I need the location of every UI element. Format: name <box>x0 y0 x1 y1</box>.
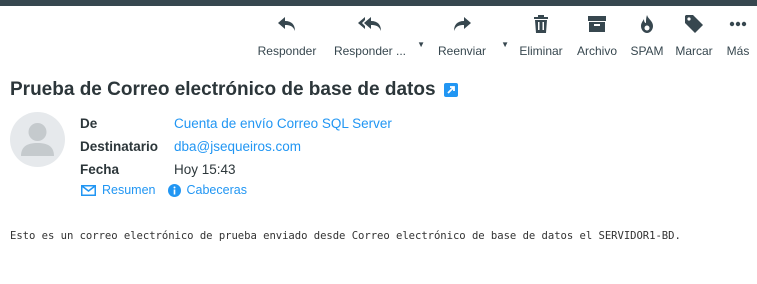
sender-avatar <box>10 112 65 167</box>
message-headers: De Cuenta de envío Correo SQL Server Des… <box>80 112 392 181</box>
spam-label: SPAM <box>630 44 664 58</box>
delete-label: Eliminar <box>519 44 563 58</box>
forward-label: Reenviar <box>437 44 487 58</box>
forward-icon <box>452 14 472 34</box>
tag-icon <box>685 14 703 34</box>
forward-dropdown-caret-icon[interactable]: ▼ <box>501 40 509 49</box>
summary-link-label: Resumen <box>102 183 156 197</box>
summary-link[interactable]: Resumen <box>81 183 156 197</box>
subject-row: Prueba de Correo electrónico de base de … <box>10 79 458 101</box>
date-row: Fecha Hoy 15:43 <box>80 158 392 181</box>
mark-label: Marcar <box>675 44 713 58</box>
reply-icon <box>277 14 297 34</box>
more-icon <box>729 14 747 34</box>
headers-link-label: Cabeceras <box>186 183 247 197</box>
header-links: Resumen Cabeceras <box>81 183 259 197</box>
date-value: Hoy 15:43 <box>174 162 236 177</box>
mark-button[interactable]: Marcar <box>669 10 719 58</box>
fire-icon <box>639 14 655 34</box>
spam-button[interactable]: SPAM <box>625 10 669 58</box>
more-label: Más <box>726 44 750 58</box>
to-label: Destinatario <box>80 139 159 154</box>
reply-all-label: Responder ... <box>333 44 407 58</box>
reply-all-dropdown-caret-icon[interactable]: ▼ <box>417 40 425 49</box>
message-body: Esto es un correo electrónico de prueba … <box>10 230 681 242</box>
archive-button[interactable]: Archivo <box>569 10 625 58</box>
top-bar <box>0 0 757 6</box>
message-subject: Prueba de Correo electrónico de base de … <box>10 79 436 100</box>
from-row: De Cuenta de envío Correo SQL Server <box>80 112 392 135</box>
trash-icon <box>533 14 549 34</box>
open-in-new-window-icon[interactable] <box>443 83 458 97</box>
envelope-icon <box>81 184 96 196</box>
from-value[interactable]: Cuenta de envío Correo SQL Server <box>174 116 392 131</box>
person-icon <box>21 123 54 156</box>
to-value[interactable]: dba@jsequeiros.com <box>174 139 301 154</box>
message-toolbar: Responder Responder ... ▼ Reenviar ▼ Eli… <box>247 10 757 62</box>
reply-label: Responder <box>257 44 317 58</box>
headers-link[interactable]: Cabeceras <box>167 183 247 197</box>
archive-icon <box>588 14 606 34</box>
date-label: Fecha <box>80 162 120 177</box>
to-row: Destinatario dba@jsequeiros.com <box>80 135 392 158</box>
info-icon <box>167 183 181 197</box>
from-label: De <box>80 116 98 131</box>
reply-button[interactable]: Responder <box>247 10 327 58</box>
reply-all-button[interactable]: Responder ... ▼ <box>327 10 425 58</box>
archive-label: Archivo <box>576 44 617 58</box>
reply-all-icon <box>358 14 382 34</box>
forward-button[interactable]: Reenviar ▼ <box>427 10 509 58</box>
delete-button[interactable]: Eliminar <box>513 10 569 58</box>
more-button[interactable]: Más <box>719 10 757 58</box>
